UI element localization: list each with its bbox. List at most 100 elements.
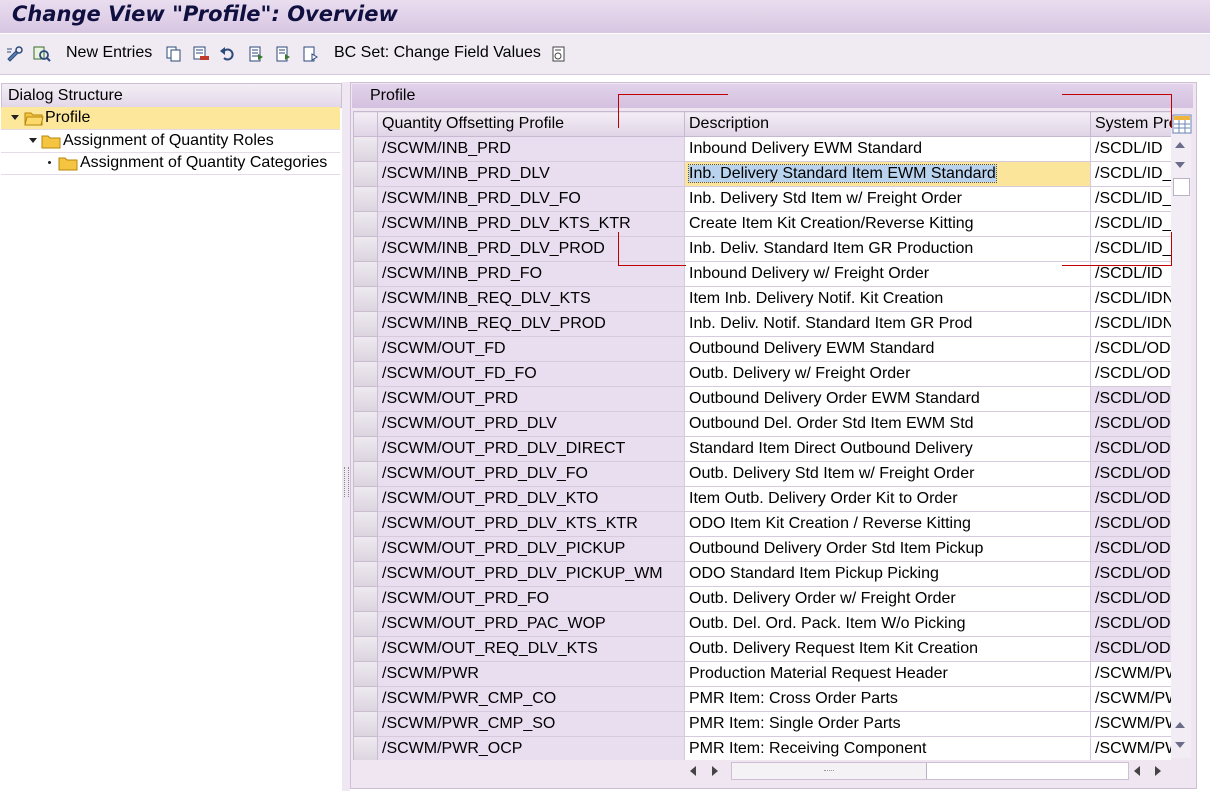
table-row[interactable]: /SCWM/OUT_PRD Outbound Delivery Order EWM… xyxy=(353,386,1171,412)
description-cell[interactable]: PMR Item: Single Order Parts xyxy=(684,711,1091,737)
table-row[interactable]: /SCWM/OUT_REQ_DLV_KTS Outb. Delivery Requ… xyxy=(353,636,1171,662)
display-change-icon[interactable] xyxy=(4,44,26,64)
table-row[interactable]: /SCWM/OUT_FD_FO Outb. Delivery w/ Freight… xyxy=(353,361,1171,387)
description-cell[interactable]: Outbound Del. Order Std Item EWM Std xyxy=(684,411,1091,437)
select-block-icon[interactable] xyxy=(272,44,294,64)
row-selector[interactable] xyxy=(353,186,378,212)
row-selector[interactable] xyxy=(353,611,378,637)
description-cell[interactable]: Inb. Deliv. Notif. Standard Item GR Prod xyxy=(684,311,1091,337)
copy-as-icon[interactable] xyxy=(163,44,185,64)
row-selector[interactable] xyxy=(353,261,378,287)
scroll-left-arrow-icon[interactable] xyxy=(690,766,696,776)
table-row[interactable]: /SCWM/PWR Production Material Request Hea… xyxy=(353,661,1171,687)
table-row[interactable]: /SCWM/INB_REQ_DLV_KTS Item Inb. Delivery … xyxy=(353,286,1171,312)
tree-item-assignment-of-quantity-roles[interactable]: Assignment of Quantity Roles xyxy=(1,130,340,153)
description-cell[interactable]: ODO Standard Item Pickup Picking xyxy=(684,561,1091,587)
scroll-left-end-arrow-icon[interactable] xyxy=(1134,766,1140,776)
table-row[interactable]: /SCWM/PWR_OCP PMR Item: Receiving Compone… xyxy=(353,736,1171,760)
select-all-icon[interactable] xyxy=(245,44,267,64)
scroll-right-end-arrow-icon[interactable] xyxy=(1155,766,1161,776)
undo-change-icon[interactable] xyxy=(217,44,239,64)
expand-triangle-icon[interactable] xyxy=(29,138,37,143)
row-selector[interactable] xyxy=(353,136,378,162)
row-selector[interactable] xyxy=(353,736,378,760)
row-selector[interactable] xyxy=(353,311,378,337)
row-selector[interactable] xyxy=(353,386,378,412)
profile-cell: /SCWM/PWR_CMP_SO xyxy=(377,711,685,737)
row-selector[interactable] xyxy=(353,411,378,437)
table-row[interactable]: /SCWM/OUT_PRD_DLV_PICKUP_WM ODO Standard … xyxy=(353,561,1171,587)
row-selector[interactable] xyxy=(353,336,378,362)
row-selector[interactable] xyxy=(353,486,378,512)
splitter-grip[interactable] xyxy=(344,467,349,497)
horizontal-scroll-track[interactable] xyxy=(731,762,1129,780)
description-cell[interactable]: Outb. Delivery Request Item Kit Creation xyxy=(684,636,1091,662)
horizontal-scroll-thumb[interactable] xyxy=(732,763,927,779)
description-cell[interactable]: Outb. Delivery w/ Freight Order xyxy=(684,361,1091,387)
row-selector[interactable] xyxy=(353,361,378,387)
bc-set-icon[interactable] xyxy=(548,44,570,64)
scroll-page-down-arrow-icon[interactable] xyxy=(1175,742,1185,748)
table-row[interactable]: /SCWM/OUT_PRD_PAC_WOP Outb. Del. Ord. Pac… xyxy=(353,611,1171,637)
select-all-rows-cell[interactable] xyxy=(353,111,378,137)
table-settings-icon[interactable] xyxy=(1172,114,1192,134)
row-selector[interactable] xyxy=(353,711,378,737)
vertical-scroll-thumb[interactable] xyxy=(1173,178,1190,196)
description-cell[interactable]: Outb. Del. Ord. Pack. Item W/o Picking xyxy=(684,611,1091,637)
description-cell[interactable]: ODO Item Kit Creation / Reverse Kitting xyxy=(684,511,1091,537)
row-selector[interactable] xyxy=(353,686,378,712)
row-selector[interactable] xyxy=(353,436,378,462)
description-cell[interactable]: Outbound Delivery EWM Standard xyxy=(684,336,1091,362)
scroll-up-arrow-icon[interactable] xyxy=(1175,142,1185,148)
scroll-page-up-arrow-icon[interactable] xyxy=(1175,722,1185,728)
description-cell[interactable]: Item Inb. Delivery Notif. Kit Creation xyxy=(684,286,1091,312)
expand-triangle-icon[interactable] xyxy=(11,115,19,120)
scroll-down-arrow-icon[interactable] xyxy=(1175,162,1185,168)
table-row[interactable]: /SCWM/OUT_PRD_DLV_KTO Item Outb. Delivery… xyxy=(353,486,1171,512)
deselect-all-icon[interactable] xyxy=(299,44,321,64)
new-entries-button[interactable]: New Entries xyxy=(66,44,152,62)
description-cell[interactable]: Outbound Delivery Order Std Item Pickup xyxy=(684,536,1091,562)
pane-splitter[interactable] xyxy=(342,82,350,791)
table-row[interactable]: /SCWM/OUT_PRD_DLV_FO Outb. Delivery Std I… xyxy=(353,461,1171,487)
tree-item-assignment-of-quantity-categories[interactable]: Assignment of Quantity Categories xyxy=(1,152,340,175)
horizontal-scrollbar[interactable] xyxy=(353,760,1191,780)
profile-cell: /SCWM/PWR xyxy=(377,661,685,687)
annotation-box xyxy=(618,94,1172,266)
description-cell[interactable]: Outbound Delivery Order EWM Standard xyxy=(684,386,1091,412)
row-selector[interactable] xyxy=(353,161,378,187)
table-row[interactable]: /SCWM/OUT_PRD_DLV_PICKUP Outbound Deliver… xyxy=(353,536,1171,562)
description-cell[interactable]: PMR Item: Receiving Component xyxy=(684,736,1091,760)
row-selector[interactable] xyxy=(353,286,378,312)
description-cell[interactable]: Outb. Delivery Std Item w/ Freight Order xyxy=(684,461,1091,487)
vertical-scrollbar[interactable] xyxy=(1171,134,1191,758)
row-selector[interactable] xyxy=(353,661,378,687)
table-row[interactable]: /SCWM/OUT_FD Outbound Delivery EWM Standa… xyxy=(353,336,1171,362)
row-selector[interactable] xyxy=(353,511,378,537)
row-selector[interactable] xyxy=(353,461,378,487)
row-selector[interactable] xyxy=(353,236,378,262)
delete-icon[interactable] xyxy=(190,44,212,64)
description-cell[interactable]: Standard Item Direct Outbound Delivery xyxy=(684,436,1091,462)
table-row[interactable]: /SCWM/OUT_PRD_FO Outb. Delivery Order w/ … xyxy=(353,586,1171,612)
row-selector[interactable] xyxy=(353,636,378,662)
row-selector[interactable] xyxy=(353,536,378,562)
table-row[interactable]: /SCWM/PWR_CMP_SO PMR Item: Single Order P… xyxy=(353,711,1171,737)
row-selector[interactable] xyxy=(353,586,378,612)
table-row[interactable]: /SCWM/OUT_PRD_DLV_DIRECT Standard Item Di… xyxy=(353,436,1171,462)
table-row[interactable]: /SCWM/OUT_PRD_DLV Outbound Del. Order Std… xyxy=(353,411,1171,437)
description-cell[interactable]: PMR Item: Cross Order Parts xyxy=(684,686,1091,712)
table-row[interactable]: /SCWM/PWR_CMP_CO PMR Item: Cross Order Pa… xyxy=(353,686,1171,712)
where-used-icon[interactable] xyxy=(31,44,53,64)
row-selector[interactable] xyxy=(353,561,378,587)
row-selector[interactable] xyxy=(353,211,378,237)
description-cell[interactable]: Item Outb. Delivery Order Kit to Order xyxy=(684,486,1091,512)
description-cell[interactable]: Outb. Delivery Order w/ Freight Order xyxy=(684,586,1091,612)
table-row[interactable]: /SCWM/INB_REQ_DLV_PROD Inb. Deliv. Notif.… xyxy=(353,311,1171,337)
tree-item-profile[interactable]: Profile xyxy=(1,107,340,130)
bc-set-change-field-values-button[interactable]: BC Set: Change Field Values xyxy=(334,44,541,62)
description-cell[interactable]: Production Material Request Header xyxy=(684,661,1091,687)
table-row[interactable]: /SCWM/OUT_PRD_DLV_KTS_KTR ODO Item Kit Cr… xyxy=(353,511,1171,537)
scroll-right-arrow-icon[interactable] xyxy=(712,766,718,776)
profile-cell: /SCWM/INB_REQ_DLV_KTS xyxy=(377,286,685,312)
